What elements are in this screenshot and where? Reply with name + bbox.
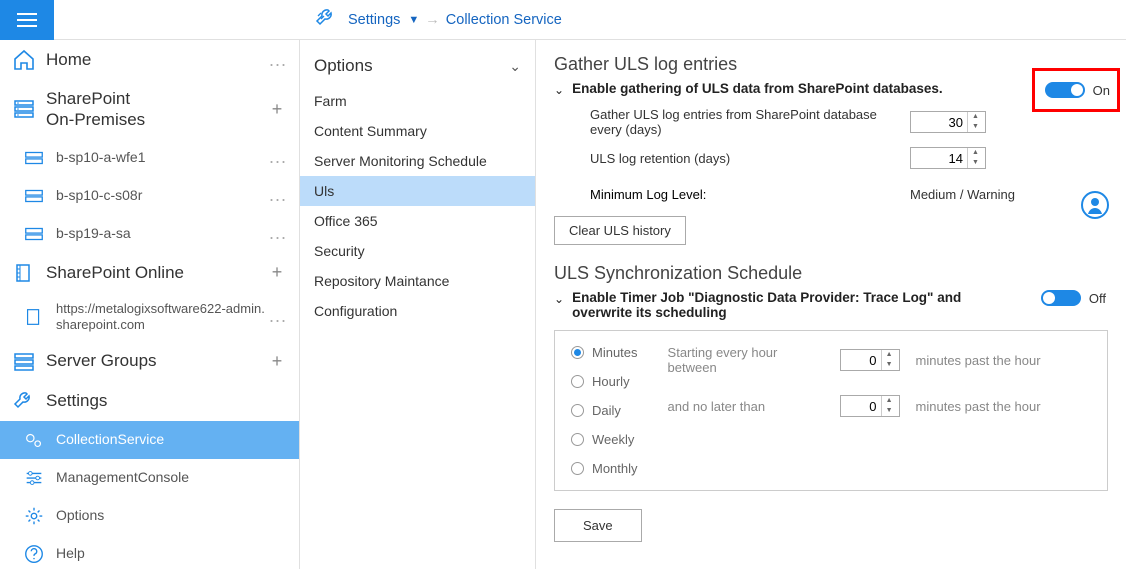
sync-enable-label: Enable Timer Job "Diagnostic Data Provid… — [572, 290, 992, 320]
more-icon[interactable]: ... — [269, 223, 287, 244]
min-log-value: Medium / Warning — [910, 187, 1015, 202]
sync-title: ULS Synchronization Schedule — [554, 263, 1108, 284]
sched-end-input[interactable] — [841, 399, 881, 414]
server-icon — [20, 185, 48, 207]
breadcrumb-current: Collection Service — [446, 12, 562, 28]
sidebar-item-collection-service[interactable]: CollectionService — [0, 421, 299, 459]
option-farm[interactable]: Farm — [300, 86, 535, 116]
radio-minutes[interactable]: Minutes — [571, 345, 638, 360]
option-content-summary[interactable]: Content Summary — [300, 116, 535, 146]
spin-down-icon[interactable]: ▼ — [968, 158, 983, 168]
radio-daily[interactable]: Daily — [571, 403, 638, 418]
sched-suffix-2: minutes past the hour — [916, 399, 1041, 414]
spin-up-icon[interactable]: ▲ — [882, 396, 897, 406]
wrench-icon — [314, 6, 338, 34]
site-icon — [20, 306, 48, 328]
sched-end-label: and no later than — [668, 399, 828, 414]
retention-spinner[interactable]: ▲▼ — [910, 147, 986, 169]
sidebar-server-2[interactable]: b-sp10-c-s08r ... — [0, 177, 299, 215]
sched-suffix: minutes past the hour — [916, 353, 1041, 368]
clear-uls-button[interactable]: Clear ULS history — [554, 216, 686, 245]
options-panel: Options ⌄ Farm Content Summary Server Mo… — [300, 40, 536, 569]
sidebar-item-mgmt-console[interactable]: ManagementConsole — [0, 459, 299, 497]
retention-label: ULS log retention (days) — [590, 151, 910, 166]
sliders-icon — [20, 467, 48, 489]
options-header: Options — [314, 56, 373, 76]
gears-icon — [20, 429, 48, 451]
more-icon[interactable]: ... — [269, 185, 287, 206]
spin-down-icon[interactable]: ▼ — [968, 122, 983, 132]
hamburger-menu[interactable] — [0, 0, 54, 40]
chevron-down-icon[interactable]: ⌄ — [554, 83, 564, 97]
option-configuration[interactable]: Configuration — [300, 296, 535, 326]
sidebar-server-3[interactable]: b-sp19-a-sa ... — [0, 215, 299, 253]
gear-icon — [20, 505, 48, 527]
radio-monthly[interactable]: Monthly — [571, 461, 638, 476]
sidebar-item-options[interactable]: Options — [0, 497, 299, 535]
content-area: Gather ULS log entries ⌄ Enable gatherin… — [536, 40, 1126, 569]
spin-up-icon[interactable]: ▲ — [968, 112, 983, 122]
more-icon[interactable]: ... — [269, 147, 287, 168]
servers-icon — [10, 97, 38, 121]
option-security[interactable]: Security — [300, 236, 535, 266]
cloud-icon — [10, 261, 38, 285]
sidebar-item-sp-onprem[interactable]: SharePoint On-Premises + — [0, 80, 299, 139]
caret-down-icon[interactable]: ▼ — [408, 14, 419, 26]
spin-down-icon[interactable]: ▼ — [882, 406, 897, 416]
breadcrumb: Settings ▼ → Collection Service — [54, 6, 562, 34]
sidebar-item-help[interactable]: Help — [0, 535, 299, 569]
sched-start-input[interactable] — [841, 353, 881, 368]
sidebar-item-home[interactable]: Home ... — [0, 40, 299, 80]
gather-every-input[interactable] — [911, 115, 967, 130]
toggle-off-label: Off — [1089, 291, 1106, 306]
sched-end-spinner[interactable]: ▲▼ — [840, 395, 900, 417]
arrow-right-icon: → — [425, 12, 440, 28]
sync-toggle[interactable] — [1041, 290, 1081, 306]
option-office365[interactable]: Office 365 — [300, 206, 535, 236]
chevron-down-icon[interactable]: ⌄ — [509, 58, 521, 75]
radio-weekly[interactable]: Weekly — [571, 432, 638, 447]
server-icon — [20, 223, 48, 245]
wrench-icon — [10, 389, 38, 413]
spin-down-icon[interactable]: ▼ — [882, 360, 897, 370]
breadcrumb-settings[interactable]: Settings — [348, 12, 400, 28]
gather-every-label: Gather ULS log entries from SharePoint d… — [590, 107, 910, 137]
spin-up-icon[interactable]: ▲ — [968, 148, 983, 158]
spin-up-icon[interactable]: ▲ — [882, 350, 897, 360]
sched-start-label: Starting every hour between — [668, 345, 828, 375]
add-icon[interactable]: + — [267, 262, 287, 283]
gather-toggle[interactable] — [1045, 82, 1085, 98]
toggle-on-label: On — [1093, 83, 1110, 98]
help-icon — [20, 543, 48, 565]
min-log-label: Minimum Log Level: — [590, 187, 910, 202]
sidebar-item-sp-online[interactable]: SharePoint Online + — [0, 253, 299, 293]
option-uls[interactable]: Uls — [300, 176, 535, 206]
server-groups-icon — [10, 349, 38, 373]
schedule-box: Minutes Hourly Daily Weekly Monthly Star… — [554, 330, 1108, 491]
radio-hourly[interactable]: Hourly — [571, 374, 638, 389]
more-icon[interactable]: ... — [269, 306, 287, 327]
sidebar-online-url[interactable]: https://metalogixsoftware622-admin.share… — [0, 293, 299, 342]
bell-person-icon[interactable] — [1080, 190, 1110, 225]
retention-input[interactable] — [911, 151, 967, 166]
gather-enable-label: Enable gathering of ULS data from ShareP… — [572, 81, 943, 96]
sched-start-spinner[interactable]: ▲▼ — [840, 349, 900, 371]
add-icon[interactable]: + — [267, 351, 287, 372]
gather-title: Gather ULS log entries — [554, 54, 1108, 75]
sidebar: Home ... SharePoint On-Premises + b-sp10… — [0, 40, 300, 569]
option-repository[interactable]: Repository Maintance — [300, 266, 535, 296]
server-icon — [20, 147, 48, 169]
gather-every-spinner[interactable]: ▲▼ — [910, 111, 986, 133]
sidebar-item-settings[interactable]: Settings — [0, 381, 299, 421]
option-server-monitoring[interactable]: Server Monitoring Schedule — [300, 146, 535, 176]
add-icon[interactable]: + — [267, 99, 287, 120]
sidebar-server-1[interactable]: b-sp10-a-wfe1 ... — [0, 139, 299, 177]
sidebar-item-server-groups[interactable]: Server Groups + — [0, 341, 299, 381]
save-button[interactable]: Save — [554, 509, 642, 542]
more-icon[interactable]: ... — [269, 50, 287, 71]
chevron-down-icon[interactable]: ⌄ — [554, 292, 564, 306]
home-icon — [10, 48, 38, 72]
